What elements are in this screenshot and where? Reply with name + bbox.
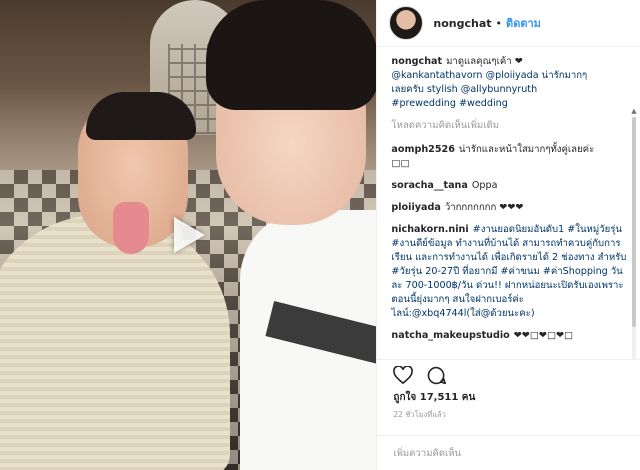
caption: nongchat มาดูแลคุณๆเค้า ❤ @kankantathavor… bbox=[391, 55, 628, 111]
comments-list: nongchat มาดูแลคุณๆเค้า ❤ @kankantathavor… bbox=[377, 47, 640, 359]
play-icon[interactable] bbox=[164, 210, 214, 260]
comment-item: natcha_makeupstudio ❤❤□❤□❤□ bbox=[391, 329, 628, 343]
caption-mentions[interactable]: @kankantathavorn @ploiiyada น่ารักมากๆ bbox=[391, 70, 587, 81]
person-left-hair bbox=[86, 92, 196, 140]
comments-scrollbar[interactable]: ▲ ▼ bbox=[630, 107, 638, 359]
comment-item: aomph2526 น่ารักและหน้าใสมากๆทั้งคู่เลยค่… bbox=[391, 143, 628, 171]
follow-button[interactable]: ติดตาม bbox=[506, 14, 541, 32]
comment-username[interactable]: nongchat bbox=[391, 56, 442, 67]
comment-username[interactable]: nichakorn.nini bbox=[391, 224, 468, 235]
comment-item: nichakorn.nini #งานยอดนิยมอันดับ1 #ในหมู่… bbox=[391, 223, 628, 321]
add-comment-field[interactable]: เพิ่มความคิดเห็น bbox=[377, 435, 640, 470]
like-count[interactable]: ถูกใจ 17,511 คน bbox=[377, 390, 640, 405]
heart-icon[interactable] bbox=[393, 366, 414, 384]
post-timestamp: 22 ชั่วโมงที่แล้ว bbox=[393, 410, 446, 419]
comment-username[interactable]: ploiiyada bbox=[391, 202, 440, 213]
post-header: nongchat • ติดตาม bbox=[377, 0, 640, 47]
comment-text: #งานยอดนิยมอันดับ1 #ในหมู่วัยรุ่น #งานดี… bbox=[391, 224, 627, 319]
caption-hashtags[interactable]: #prewedding #wedding bbox=[391, 98, 507, 109]
comment-username[interactable]: natcha_makeupstudio bbox=[391, 330, 509, 341]
post-sidebar: nongchat • ติดตาม nongchat มาดูแลคุณๆเค้า… bbox=[376, 0, 640, 470]
person-left-tongue bbox=[113, 202, 149, 254]
comment-username[interactable]: aomph2526 bbox=[391, 144, 454, 155]
comment-item: soracha__tana Oppa bbox=[391, 179, 628, 193]
scroll-up-arrow-icon[interactable]: ▲ bbox=[630, 107, 638, 115]
instagram-post-frame: nongchat • ติดตาม nongchat มาดูแลคุณๆเค้า… bbox=[0, 0, 640, 470]
scroll-thumb[interactable] bbox=[632, 117, 636, 327]
comment-username[interactable]: soracha__tana bbox=[391, 180, 467, 191]
post-video[interactable] bbox=[0, 0, 377, 470]
avatar[interactable] bbox=[389, 6, 424, 40]
comment-text: ว้ากกกกกกก ❤❤❤ bbox=[444, 202, 524, 213]
comment-text: ❤❤□❤□❤□ bbox=[513, 330, 574, 341]
comment-item: ploiiyada ว้ากกกกกกก ❤❤❤ bbox=[391, 201, 628, 215]
comment-text: Oppa bbox=[471, 180, 498, 191]
comment-icon[interactable] bbox=[427, 366, 447, 385]
comment-text-extra: □□ bbox=[391, 158, 410, 169]
separator-dot: • bbox=[495, 16, 503, 30]
caption-line-2[interactable]: เลยครับ stylish @allybunnyruth bbox=[391, 84, 537, 95]
load-more-comments[interactable]: โหลดความคิดเห็นเพิ่มเติม bbox=[391, 119, 628, 133]
header-username[interactable]: nongchat bbox=[433, 17, 491, 30]
comment-text: น่ารักและหน้าใสมากๆทั้งคู่เลยค่ะ bbox=[458, 144, 595, 155]
person-right-hair bbox=[206, 0, 377, 110]
post-actions bbox=[377, 359, 640, 390]
comment-text: มาดูแลคุณๆเค้า ❤ bbox=[446, 56, 523, 67]
